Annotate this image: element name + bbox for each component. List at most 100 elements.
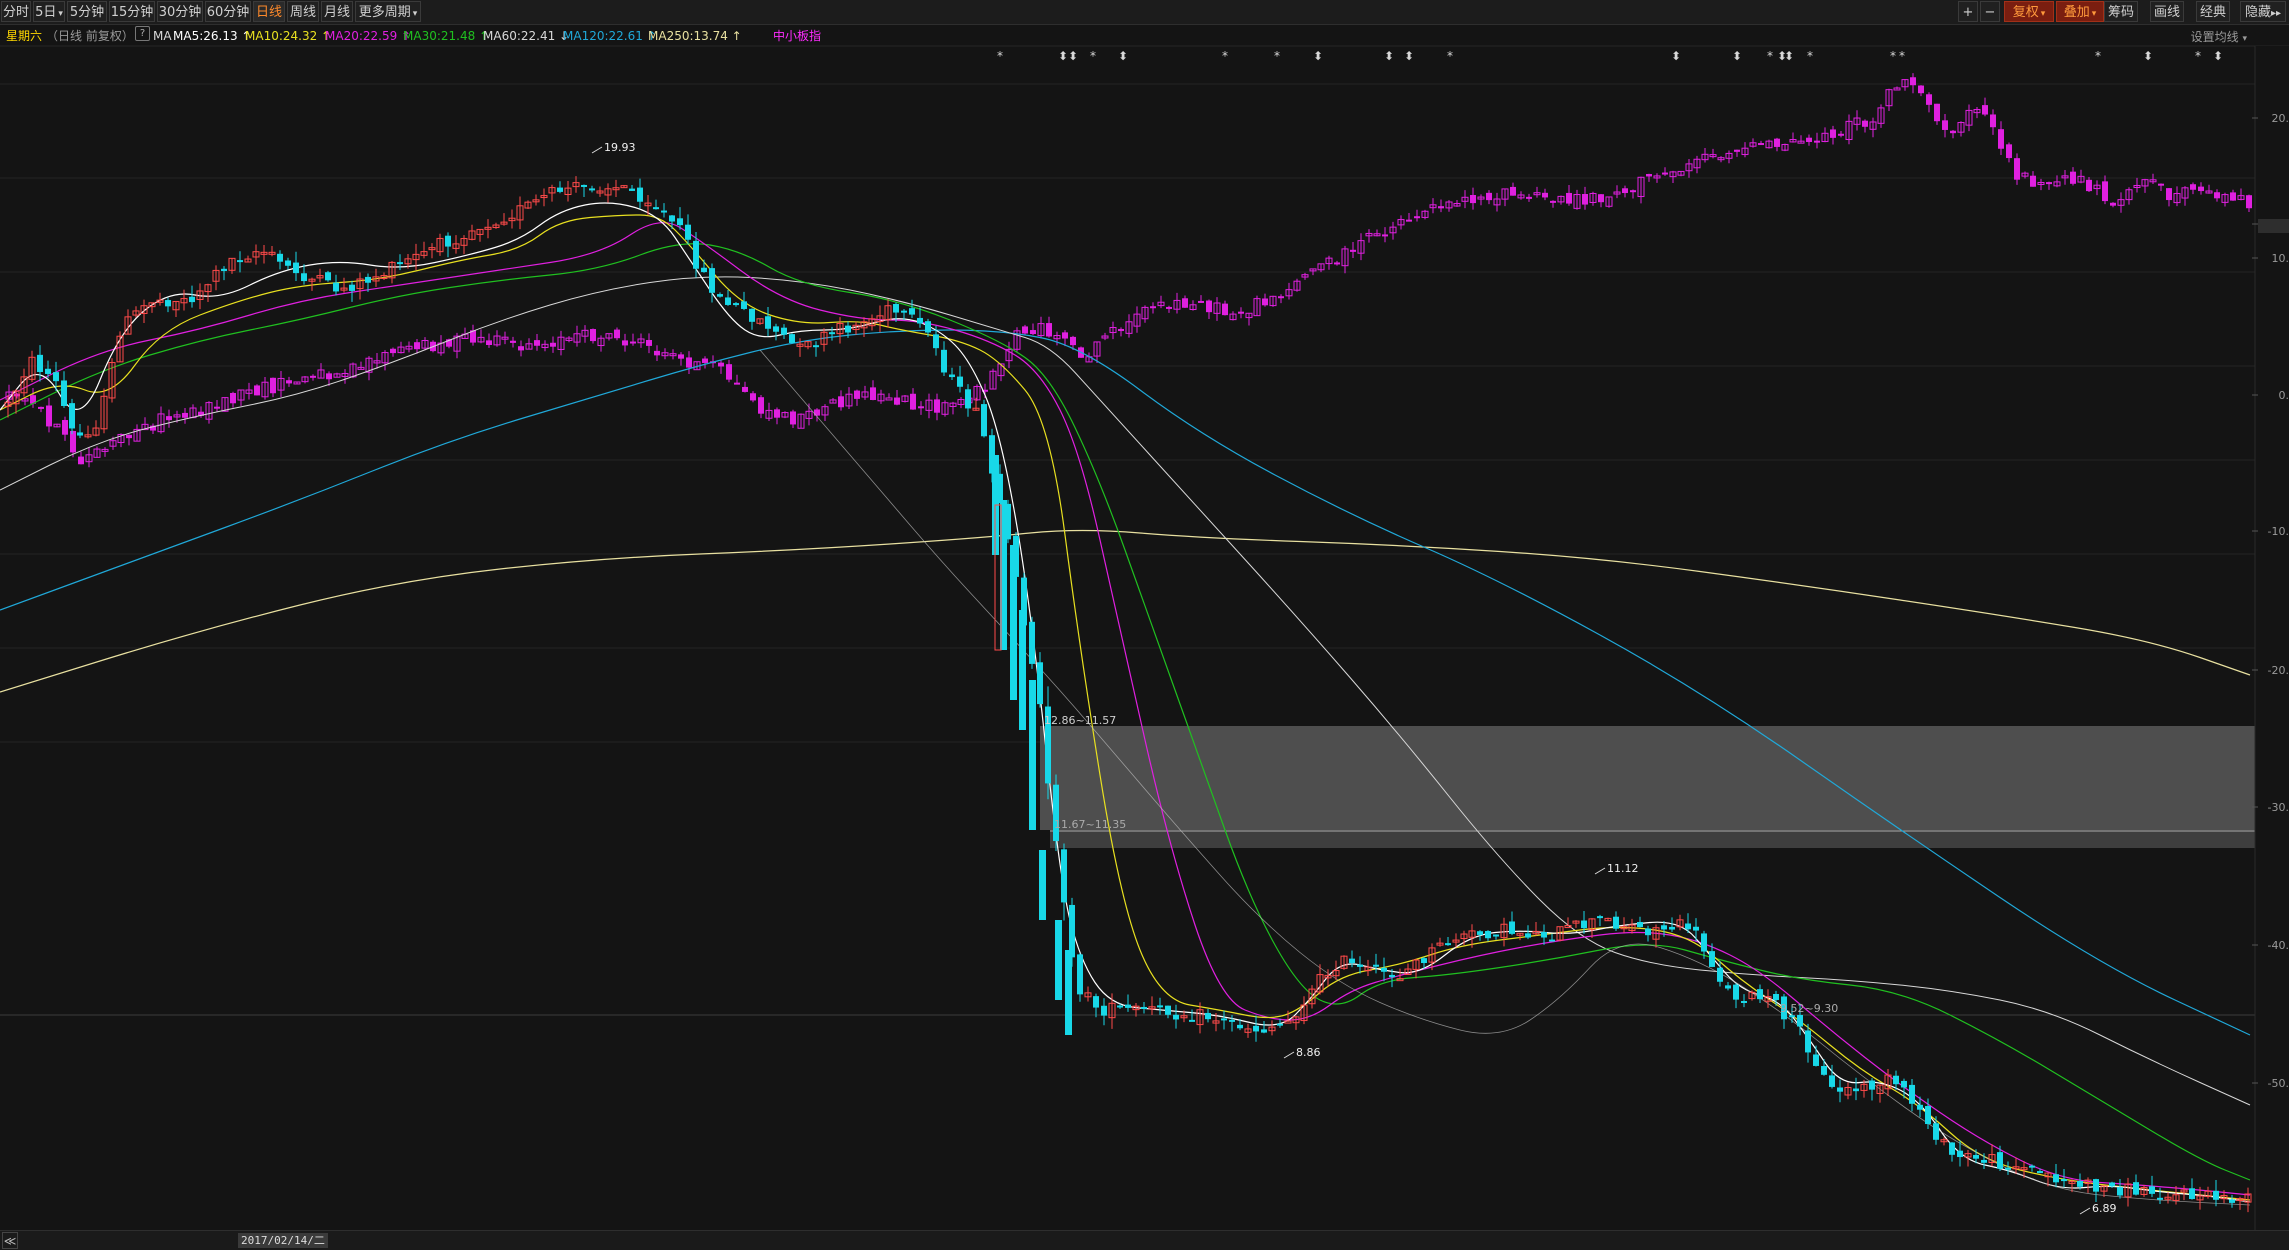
axis-tick-label: -20.	[2268, 664, 2289, 677]
candle-body-down	[1261, 1029, 1267, 1033]
ma120-line	[0, 329, 2251, 1036]
index-candle-body	[885, 397, 893, 401]
index-candle-body	[1030, 330, 1036, 335]
chevron-down-icon: ▾	[2242, 34, 2247, 44]
tab-period[interactable]: 周线	[287, 1, 319, 22]
ma-legend-item: MA10:24.32 ↑	[245, 29, 332, 43]
candle-body-down	[2053, 1174, 2059, 1183]
candle-body-down	[1797, 1014, 1803, 1027]
index-candle-body	[790, 411, 796, 425]
kline-chart[interactable]: * ⬍ ⬍ * ⬍ * * ⬍ ⬍ ⬍ * ⬍ ⬍ * ⬍⬍ * * * * ⬍ * ⬍ 19.9311.128.866.…	[0, 0, 2289, 1230]
index-candle-body	[654, 350, 660, 356]
tab-period[interactable]: 日线	[253, 1, 285, 22]
yincang-button[interactable]: 隐藏▸▸	[2240, 1, 2286, 22]
tab-period[interactable]: 30分钟	[157, 1, 203, 22]
chevron-down-icon: ▾	[58, 9, 63, 19]
event-marker-icon: ⬍	[2213, 49, 2223, 63]
axis-tick-label: -10.	[2268, 525, 2289, 538]
candle-body-down	[965, 389, 971, 409]
candle-body-down	[1053, 784, 1059, 842]
index-candle-body	[1918, 85, 1924, 94]
candle-body-down	[1725, 985, 1731, 989]
collapse-button[interactable]: ≪	[2, 1232, 18, 1249]
candle-body-down	[1701, 933, 1707, 952]
diejia-button[interactable]: 叠加 ▾	[2056, 1, 2104, 22]
index-candle-body	[1198, 300, 1204, 303]
candle-body-down	[1349, 958, 1355, 964]
candle-body-down	[981, 404, 987, 437]
candle-body-down	[1933, 1123, 1939, 1140]
candle-body-down	[749, 308, 755, 322]
index-candle-body	[2046, 182, 2052, 185]
candle-body-down	[1389, 974, 1395, 978]
chevron-down-icon: ▾	[2091, 9, 2097, 19]
index-candle-body	[1838, 133, 1844, 136]
candle-body-down	[1685, 923, 1691, 930]
jingdian-button[interactable]: 经典	[2196, 1, 2230, 22]
candle-body-down	[277, 253, 283, 262]
candle-body-down	[1077, 954, 1083, 995]
event-marker-icon: *	[1447, 49, 1453, 63]
candle-body-down	[1821, 1065, 1827, 1075]
event-marker-icon: ⬍	[1118, 49, 1128, 63]
tab-period[interactable]: 分时	[1, 1, 31, 22]
index-compare-label[interactable]: 中小板指	[773, 26, 821, 46]
candle-body-down	[1733, 984, 1739, 1000]
diejia-label: 叠加	[2063, 5, 2090, 20]
gap-upper-label: 12.86~11.57	[1044, 714, 1116, 727]
event-marker-icon: ⬍	[1313, 49, 1323, 63]
index-candle-body	[1238, 311, 1244, 314]
tab-period[interactable]: 5日 ▾	[33, 1, 65, 22]
tab-period[interactable]: 60分钟	[205, 1, 251, 22]
tab-period[interactable]: 15分钟	[109, 1, 155, 22]
candle-body-down	[1661, 925, 1667, 930]
candle-body-down	[717, 294, 723, 297]
event-marker-icon: *	[1274, 49, 1280, 63]
tab-period-label: 周线	[289, 5, 316, 20]
tab-period[interactable]: 5分钟	[67, 1, 107, 22]
axis-tick-label: 0.	[2279, 389, 2289, 402]
candle-body-down	[1093, 996, 1099, 1008]
tab-period[interactable]: 月线	[321, 1, 353, 22]
index-candle-body	[1182, 298, 1188, 308]
event-marker-icon: *	[1890, 49, 1896, 63]
candle-body-down	[1917, 1104, 1923, 1110]
index-candle-body	[1582, 194, 1588, 205]
index-candle-body	[2070, 171, 2076, 184]
index-candle-body	[918, 406, 924, 409]
setting-ma-label: 设置均线	[2190, 30, 2239, 44]
candle-body-down	[1925, 1106, 1931, 1125]
candle-body-down	[765, 316, 771, 329]
index-candle-body	[2158, 183, 2164, 186]
index-candle-body	[286, 380, 292, 384]
chouma-button[interactable]: 筹码	[2104, 1, 2138, 22]
gap-zone	[1040, 726, 2258, 848]
ma-legend-item: MA250:13.74 ↑	[648, 29, 742, 43]
tab-period-label: 分时	[2, 5, 29, 20]
index-candle-body	[534, 340, 540, 346]
candle-body-down	[1789, 1015, 1795, 1018]
candle-body-down	[909, 308, 915, 315]
candle-body-down	[37, 354, 43, 373]
chevron-down-icon: ▾	[412, 9, 418, 19]
candle-body-down	[2189, 1188, 2195, 1200]
candle-body-down	[733, 303, 739, 306]
candle-body-down	[1669, 926, 1675, 930]
zoom-in-button[interactable]: +	[1958, 1, 1978, 22]
fuquan-button[interactable]: 复权 ▾	[2004, 1, 2054, 22]
candle-body-down	[685, 224, 691, 240]
index-candle-body	[310, 375, 316, 378]
candle-body-down	[237, 260, 243, 263]
candle-body-down	[45, 368, 51, 374]
index-candle-body	[2110, 202, 2116, 206]
candle-body-down	[165, 300, 171, 307]
candle-body-down	[1813, 1054, 1819, 1066]
tab-period[interactable]: 更多周期 ▾	[355, 1, 421, 22]
candle-body-down	[325, 272, 331, 281]
zoom-out-button[interactable]: −	[1980, 1, 2000, 22]
index-candle-body	[1350, 249, 1356, 252]
setting-ma-button[interactable]: 设置均线 ▾	[2191, 28, 2247, 45]
candle-body-down	[1125, 1004, 1131, 1008]
huaxian-button[interactable]: 画线	[2150, 1, 2184, 22]
low-end-label-pointer	[2079, 1207, 2091, 1215]
